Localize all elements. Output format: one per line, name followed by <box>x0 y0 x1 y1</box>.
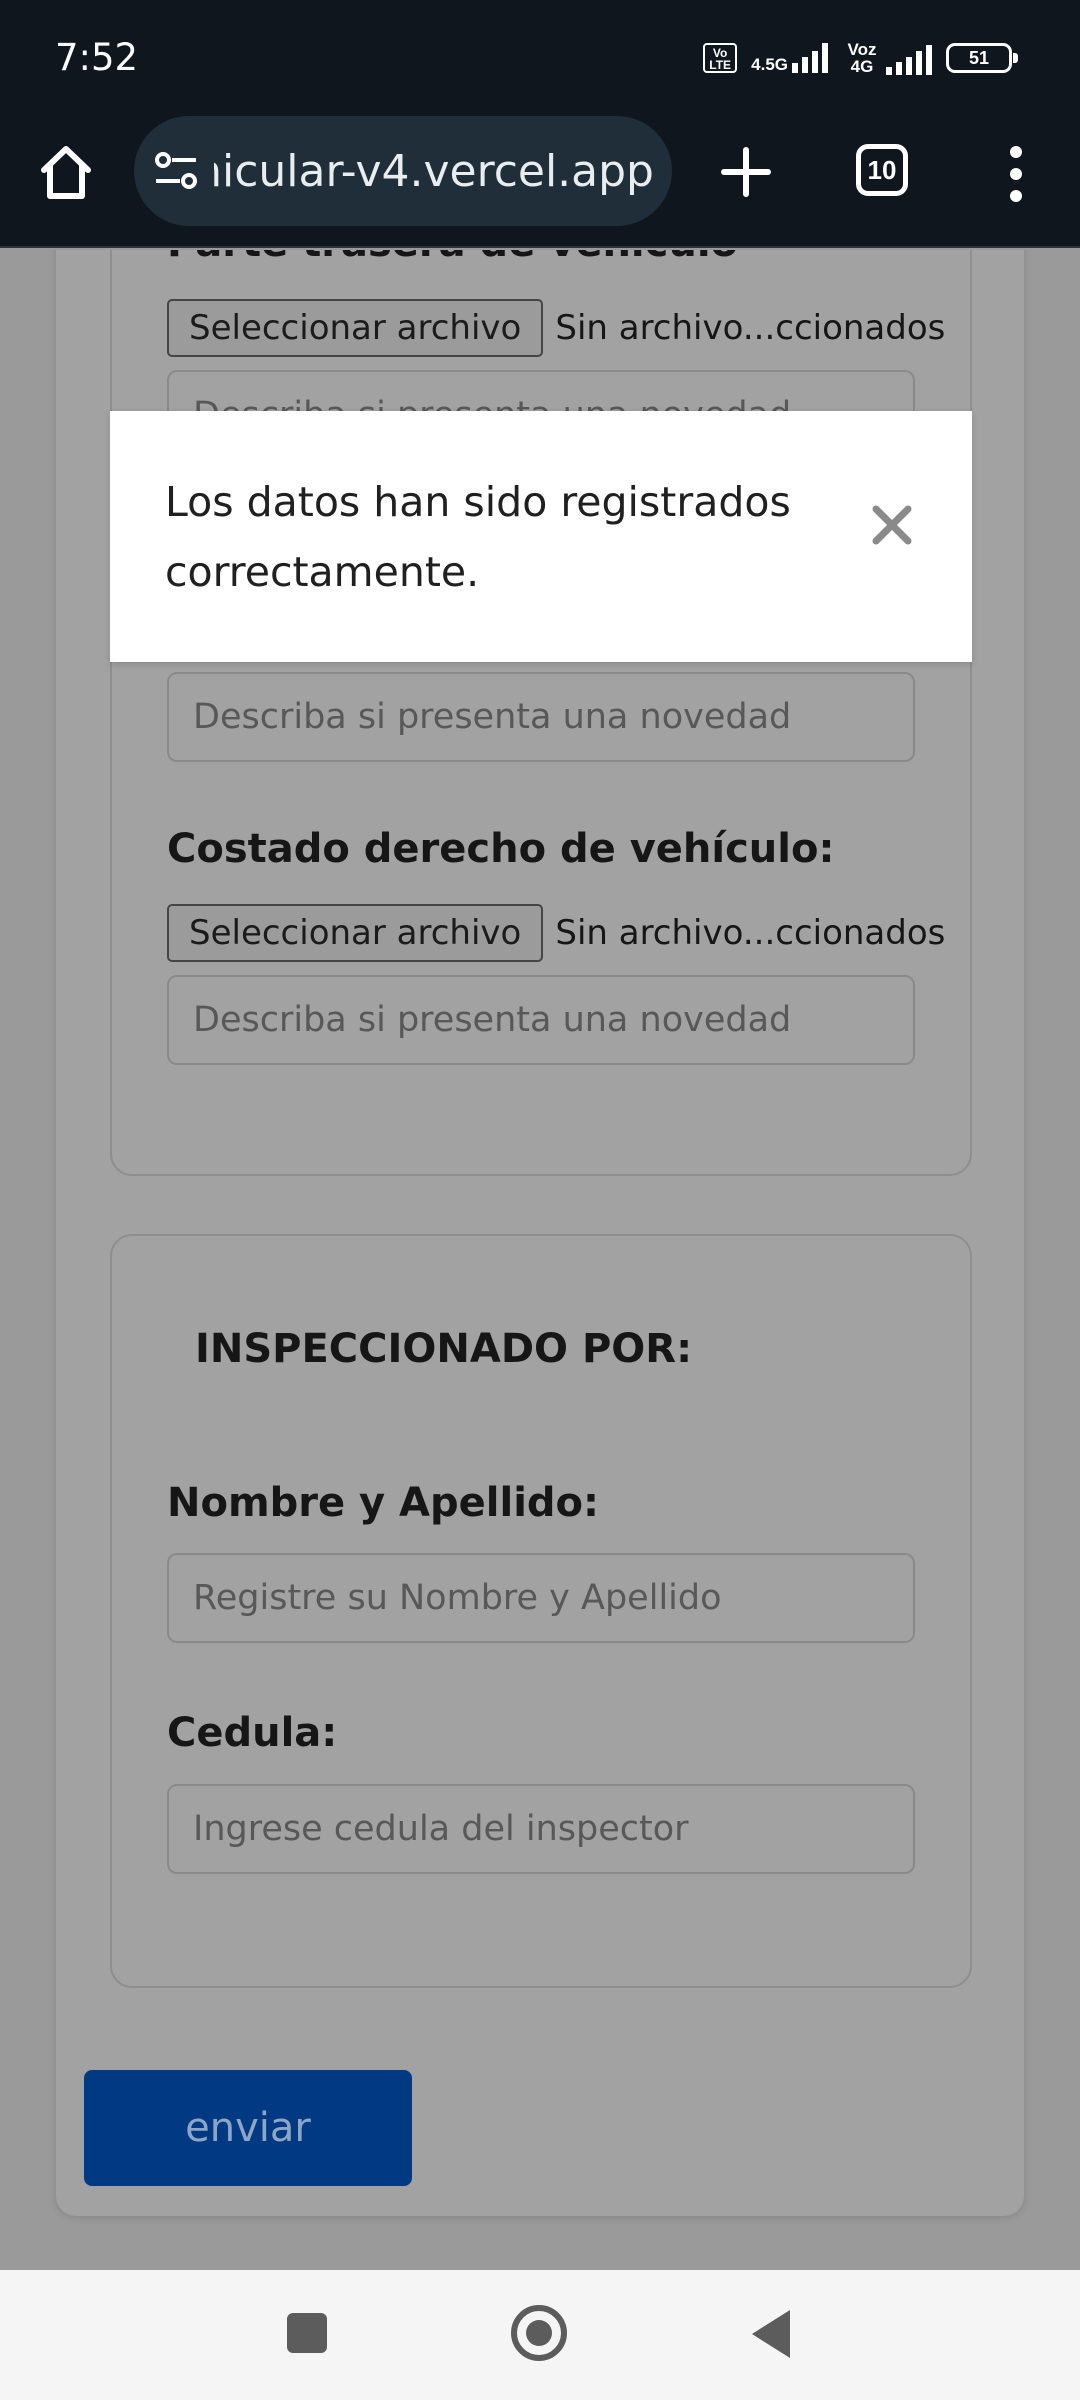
right-novelty-input[interactable]: Describa si presenta una novedad <box>167 975 915 1065</box>
id-input[interactable]: Ingrese cedula del inspector <box>167 1784 915 1874</box>
status-bar: 7:52 Vo LTE 4.5G Voz 4G 51 <box>0 0 1080 112</box>
status-icons: Vo LTE 4.5G Voz 4G 51 <box>703 36 1018 80</box>
signal-icon <box>886 45 932 75</box>
more-icon[interactable] <box>996 142 1036 202</box>
plus-icon <box>721 147 771 197</box>
home-icon <box>41 146 91 199</box>
signal-icon <box>792 43 828 73</box>
url-text[interactable]: revision-vehicular-v4.vercel.app <box>214 146 654 197</box>
right-side-label: Costado derecho de vehículo: <box>167 826 835 872</box>
network-type-label: 4.5G <box>751 55 788 74</box>
clock: 7:52 <box>55 36 139 79</box>
battery-icon: 51 <box>946 43 1018 73</box>
rear-file-button[interactable]: Seleccionar archivo <box>167 299 544 357</box>
left-novelty-input[interactable]: Describa si presenta una novedad <box>167 672 915 762</box>
recents-button[interactable] <box>287 2313 327 2353</box>
right-file-button[interactable]: Seleccionar archivo <box>167 904 544 962</box>
id-label: Cedula: <box>167 1710 338 1756</box>
submit-button[interactable]: enviar <box>84 2070 412 2186</box>
new-tab-button[interactable] <box>710 136 782 208</box>
name-label: Nombre y Apellido: <box>167 1480 600 1526</box>
volte-icon: Vo LTE <box>703 43 738 73</box>
home-button[interactable] <box>30 136 102 208</box>
tabs-button[interactable]: 10 <box>856 144 908 196</box>
name-input[interactable]: Registre su Nombre y Apellido <box>167 1553 915 1643</box>
system-nav-bar <box>0 2270 1080 2400</box>
rear-file-status: Sin archivo...ccionados <box>555 308 946 348</box>
site-settings-icon[interactable] <box>154 151 198 191</box>
right-file-row: Seleccionar archivo Sin archivo...cciona… <box>167 904 945 962</box>
home-nav-button[interactable] <box>511 2305 567 2361</box>
rear-file-row: Seleccionar archivo Sin archivo...cciona… <box>167 299 945 357</box>
network-type-label: Voz 4G <box>847 40 877 76</box>
close-icon <box>872 505 912 545</box>
back-button[interactable] <box>752 2310 790 2358</box>
network-indicator-2: Voz 4G <box>842 41 932 75</box>
inspected-by-title: INSPECCIONADO POR: <box>195 1326 693 1372</box>
browser-toolbar: revision-vehicular-v4.vercel.app 10 <box>0 112 1080 248</box>
network-indicator-1: 4.5G <box>751 43 828 73</box>
success-modal: Los datos han sido registrados correctam… <box>110 411 972 662</box>
rear-vehicle-label: Parte trasera de vehículo <box>167 250 738 266</box>
modal-message: Los datos han sido registrados correctam… <box>165 478 791 596</box>
close-button[interactable] <box>870 503 914 547</box>
right-file-status: Sin archivo...ccionados <box>555 913 946 953</box>
url-bar[interactable]: revision-vehicular-v4.vercel.app <box>134 116 672 226</box>
